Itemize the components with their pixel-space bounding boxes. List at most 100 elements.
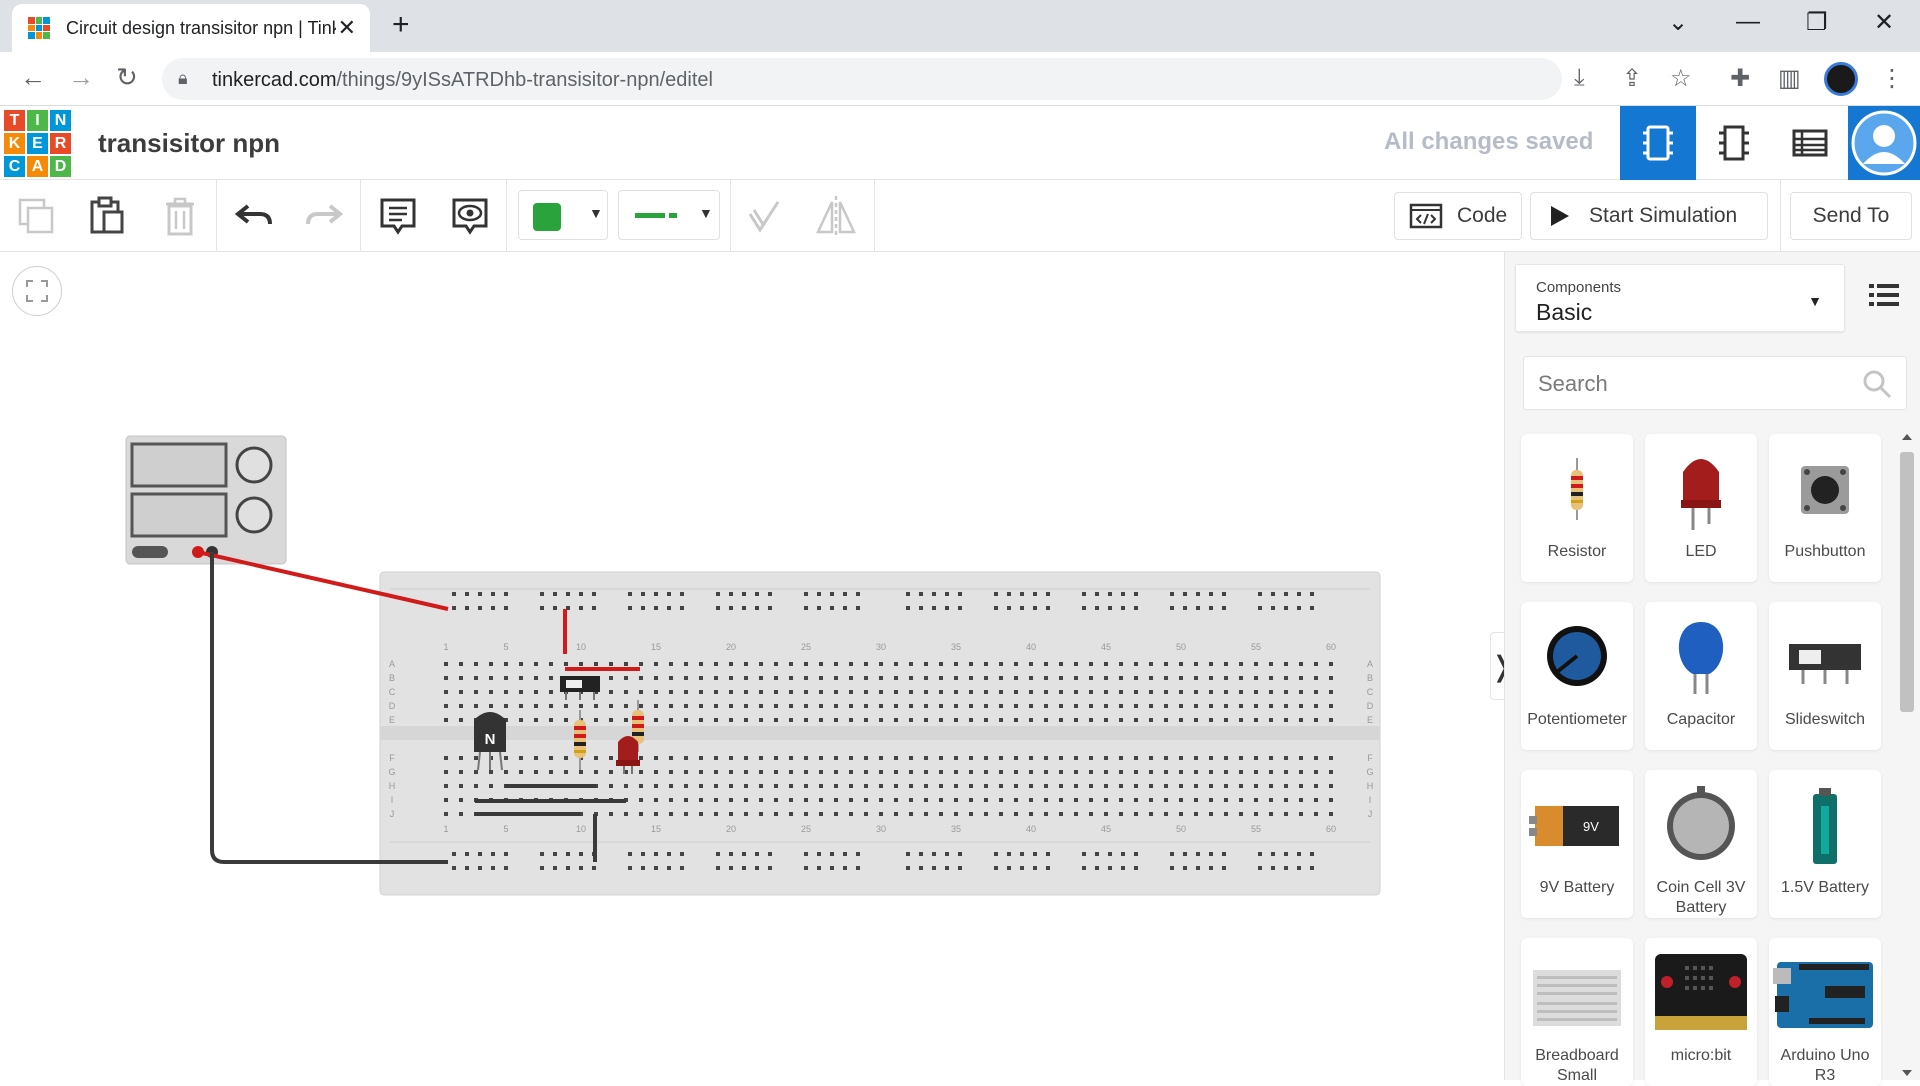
forward-icon[interactable]: → (68, 62, 94, 93)
breadboard-hole (1059, 690, 1063, 694)
component-card-potentiometer[interactable]: Potentiometer (1521, 602, 1633, 750)
flip-button[interactable] (814, 194, 858, 238)
breadboard-hole (489, 770, 493, 774)
breadboard-hole (1254, 784, 1258, 788)
send-to-button[interactable]: Send To (1790, 192, 1912, 240)
redo-button[interactable] (302, 194, 346, 238)
breadboard-hole (843, 592, 847, 596)
components-dropdown[interactable]: Components Basic ▼ (1515, 264, 1845, 332)
component-card-pushbutton[interactable]: Pushbutton (1769, 434, 1881, 582)
back-icon[interactable]: ← (20, 62, 46, 93)
breadboard-hole (1082, 606, 1086, 610)
delete-button[interactable] (158, 194, 202, 238)
address-bar[interactable]: 🔒︎ tinkercad.com/things/9yISsATRDhb-tran… (162, 58, 1562, 100)
bookmark-star-icon[interactable]: ☆ (1670, 64, 1692, 93)
breadboard-hole (1194, 676, 1198, 680)
undo-button[interactable] (232, 194, 276, 238)
breadboard-hole (1314, 798, 1318, 802)
breadboard-hole (1089, 662, 1093, 666)
workplane-canvas[interactable]: 1 1 5 5 10 10 15 15 20 20 25 25 30 30 35 35 40 40 45 45 50 50… (0, 252, 1504, 1080)
breadboard-hole (680, 852, 684, 856)
component-card-9v-battery[interactable]: 9V 9V Battery (1521, 770, 1633, 918)
component-name: 1.5V Battery (1780, 879, 1870, 896)
side-panel-icon[interactable]: ▥ (1778, 64, 1801, 93)
component-card-capacitor[interactable]: Capacitor (1645, 602, 1757, 750)
extensions-icon[interactable]: ✚ (1730, 64, 1750, 93)
install-app-icon[interactable]: ⤓ (1574, 64, 1585, 92)
breadboard-hole (684, 812, 688, 816)
wire-type-picker[interactable]: ▼ (618, 190, 720, 240)
breadboard-hole (849, 798, 853, 802)
breadboard-hole (1170, 606, 1174, 610)
browser-tab[interactable]: Circuit design transisitor npn | Tinkerc… (12, 4, 370, 52)
arduino-icon (1773, 962, 1873, 1028)
component-card-microbit[interactable]: micro:bit (1645, 938, 1757, 1086)
code-button[interactable]: Code (1394, 192, 1522, 240)
copy-button[interactable] (14, 194, 58, 238)
panel-scrollbar[interactable] (1897, 432, 1917, 1080)
breadboard-hole (984, 662, 988, 666)
window-close-icon[interactable]: ✕ (1874, 8, 1894, 37)
component-card-arduino-uno[interactable]: Arduino Uno R3 (1769, 938, 1881, 1086)
breadboard-hole (474, 662, 478, 666)
component-name: Breadboard Small (1535, 1047, 1619, 1084)
slideswitch-component[interactable] (560, 676, 600, 700)
component-card-15v-battery[interactable]: 1.5V Battery (1769, 770, 1881, 918)
search-icon[interactable] (1862, 369, 1892, 399)
breadboard-hole (1179, 784, 1183, 788)
breadboard-hole (819, 756, 823, 760)
notes-button[interactable] (376, 194, 420, 238)
menu-kebab-icon[interactable]: ⋮ (1880, 64, 1904, 93)
color-picker[interactable]: ▼ (518, 190, 608, 240)
breadboard-hole (879, 756, 883, 760)
search-input[interactable] (1538, 369, 1848, 399)
rotate-button[interactable] (742, 194, 786, 238)
breadboard-hole (879, 676, 883, 680)
share-icon[interactable]: ⇪ (1622, 64, 1642, 93)
breadboard-hole (1149, 690, 1153, 694)
breadboard-hole (504, 866, 508, 870)
start-simulation-button[interactable]: Start Simulation (1530, 192, 1768, 240)
breadboard-hole (969, 662, 973, 666)
breadboard-hole (994, 866, 998, 870)
paste-button[interactable] (84, 194, 128, 238)
breadboard-hole (1269, 798, 1273, 802)
component-card-resistor[interactable]: Resistor (1521, 434, 1633, 582)
minimize-icon[interactable]: — (1736, 8, 1760, 36)
breadboard-hole (1209, 606, 1213, 610)
breadboard-hole (1121, 592, 1125, 596)
breadboard-hole (849, 690, 853, 694)
toggle-notes-visibility-button[interactable] (448, 194, 492, 238)
restore-icon[interactable]: ❐ (1806, 8, 1828, 37)
breadboard-hole (716, 852, 720, 856)
component-card-breadboard[interactable]: Breadboard Small (1521, 938, 1633, 1086)
logo-letter: C (4, 156, 25, 177)
tinkercad-logo[interactable]: T I N K E R C A D (4, 110, 71, 177)
power-supply[interactable] (125, 435, 287, 565)
breadboard-hole (1314, 662, 1318, 666)
npn-transistor-component[interactable]: N (474, 712, 506, 771)
circuit-view-button[interactable] (1620, 106, 1696, 180)
close-tab-icon[interactable]: ✕ (338, 15, 356, 41)
list-toggle-button[interactable] (1869, 282, 1899, 313)
breadboard-hole (1284, 784, 1288, 788)
breadboard-hole (639, 812, 643, 816)
profile-avatar[interactable] (1824, 62, 1858, 96)
reload-icon[interactable]: ↻ (116, 62, 138, 93)
new-tab-icon[interactable]: + (392, 8, 410, 42)
tab-search-icon[interactable]: ⌄ (1668, 8, 1688, 37)
component-card-slideswitch[interactable]: Slideswitch (1769, 602, 1881, 750)
breadboard-hole (1119, 690, 1123, 694)
component-card-led[interactable]: LED (1645, 434, 1757, 582)
user-avatar-button[interactable] (1848, 106, 1920, 180)
breadboard-hole (444, 812, 448, 816)
component-card-coin-cell[interactable]: Coin Cell 3V Battery (1645, 770, 1757, 918)
breadboard-hole (924, 718, 928, 722)
breadboard-hole (1239, 784, 1243, 788)
component-list-view-button[interactable] (1772, 106, 1848, 180)
breadboard-hole (1121, 852, 1125, 856)
schematic-view-button[interactable] (1696, 106, 1772, 180)
project-name[interactable]: transisitor npn (98, 128, 280, 159)
breadboard-hole (879, 812, 883, 816)
breadboard-hole (540, 866, 544, 870)
